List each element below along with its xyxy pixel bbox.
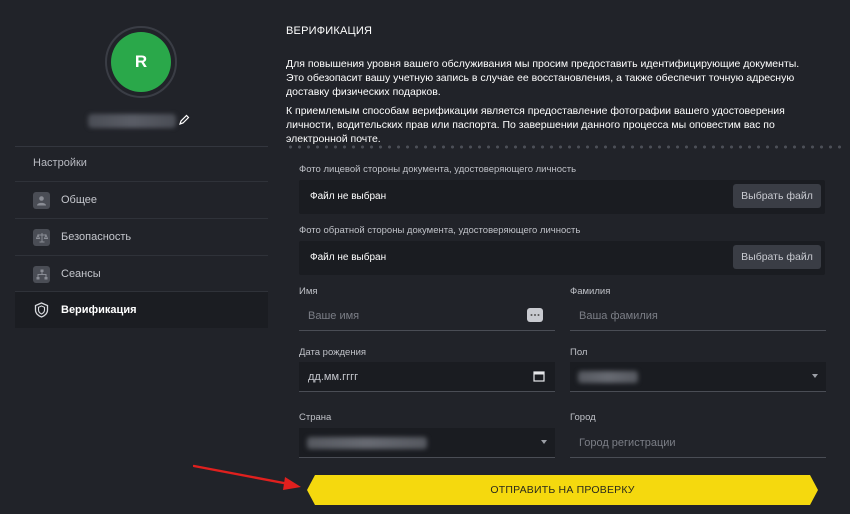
sidebar-item-sessions[interactable]: Сеансы	[15, 255, 268, 292]
gender-value-blurred	[578, 371, 638, 383]
page-title: ВЕРИФИКАЦИЯ	[286, 25, 373, 37]
birth-date-placeholder: дд.мм.гггг	[308, 371, 359, 383]
intro-paragraph: Для повышения уровня вашего обслуживания…	[286, 58, 800, 98]
country-select[interactable]	[299, 428, 555, 458]
avatar[interactable]: R	[111, 32, 171, 92]
first-name-label: Имя	[299, 286, 318, 297]
city-field[interactable]	[570, 428, 826, 458]
front-doc-choose-button[interactable]: Выбрать файл	[733, 184, 821, 208]
user-icon	[33, 191, 50, 209]
back-doc-label: Фото обратной стороны документа, удостов…	[299, 225, 581, 236]
chevron-down-icon	[541, 440, 547, 444]
city-input[interactable]	[570, 428, 826, 457]
chevron-down-icon	[812, 374, 818, 378]
gender-label: Пол	[570, 347, 588, 358]
shield-icon	[33, 302, 50, 319]
scales-icon	[33, 228, 50, 246]
submit-verification-button[interactable]: ОТПРАВИТЬ НА ПРОВЕРКУ	[307, 475, 818, 505]
settings-section-title: Настройки	[33, 157, 87, 169]
back-doc-choose-button[interactable]: Выбрать файл	[733, 245, 821, 269]
sidebar-divider	[15, 146, 268, 147]
front-doc-label: Фото лицевой стороны документа, удостове…	[299, 164, 577, 175]
methods-paragraph: К приемлемым способам верификации являет…	[286, 105, 785, 145]
sidebar-item-label: Сеансы	[61, 268, 101, 280]
first-name-field[interactable]	[299, 301, 555, 331]
username-blurred	[88, 114, 176, 128]
gender-select[interactable]	[570, 362, 826, 392]
submit-button-label: ОТПРАВИТЬ НА ПРОВЕРКУ	[490, 484, 635, 496]
back-doc-file-status: Файл не выбран	[310, 252, 387, 263]
country-label: Страна	[299, 412, 332, 423]
sidebar-item-verification[interactable]: Верификация	[15, 291, 268, 328]
country-value-blurred	[307, 437, 427, 449]
sidebar-item-general[interactable]: Общее	[15, 181, 268, 218]
city-label: Город	[570, 412, 596, 423]
last-name-input[interactable]	[570, 301, 826, 330]
back-doc-file-input[interactable]: Файл не выбран Выбрать файл	[299, 241, 825, 275]
keyboard-icon[interactable]	[527, 308, 543, 322]
dotted-divider	[286, 145, 841, 149]
sidebar-item-security[interactable]: Безопасность	[15, 218, 268, 255]
birth-date-field[interactable]: дд.мм.гггг	[299, 362, 555, 392]
calendar-icon[interactable]	[533, 370, 545, 382]
network-icon	[33, 265, 50, 283]
last-name-label: Фамилия	[570, 286, 611, 297]
red-arrow-icon	[193, 464, 301, 490]
birth-date-label: Дата рождения	[299, 347, 367, 358]
verification-panel: ВЕРИФИКАЦИЯ Для повышения уровня вашего …	[286, 0, 846, 514]
avatar-ring: R	[105, 26, 177, 98]
first-name-input[interactable]	[299, 301, 555, 330]
pencil-icon[interactable]	[178, 114, 190, 126]
sidebar: R Настройки Общее Безопасность Сеансы Ве…	[0, 0, 275, 514]
sidebar-item-label: Верификация	[61, 304, 137, 316]
front-doc-file-status: Файл не выбран	[310, 191, 387, 202]
last-name-field[interactable]	[570, 301, 826, 331]
sidebar-item-label: Общее	[61, 194, 98, 206]
front-doc-file-input[interactable]: Файл не выбран Выбрать файл	[299, 180, 825, 214]
sidebar-item-label: Безопасность	[61, 231, 132, 243]
